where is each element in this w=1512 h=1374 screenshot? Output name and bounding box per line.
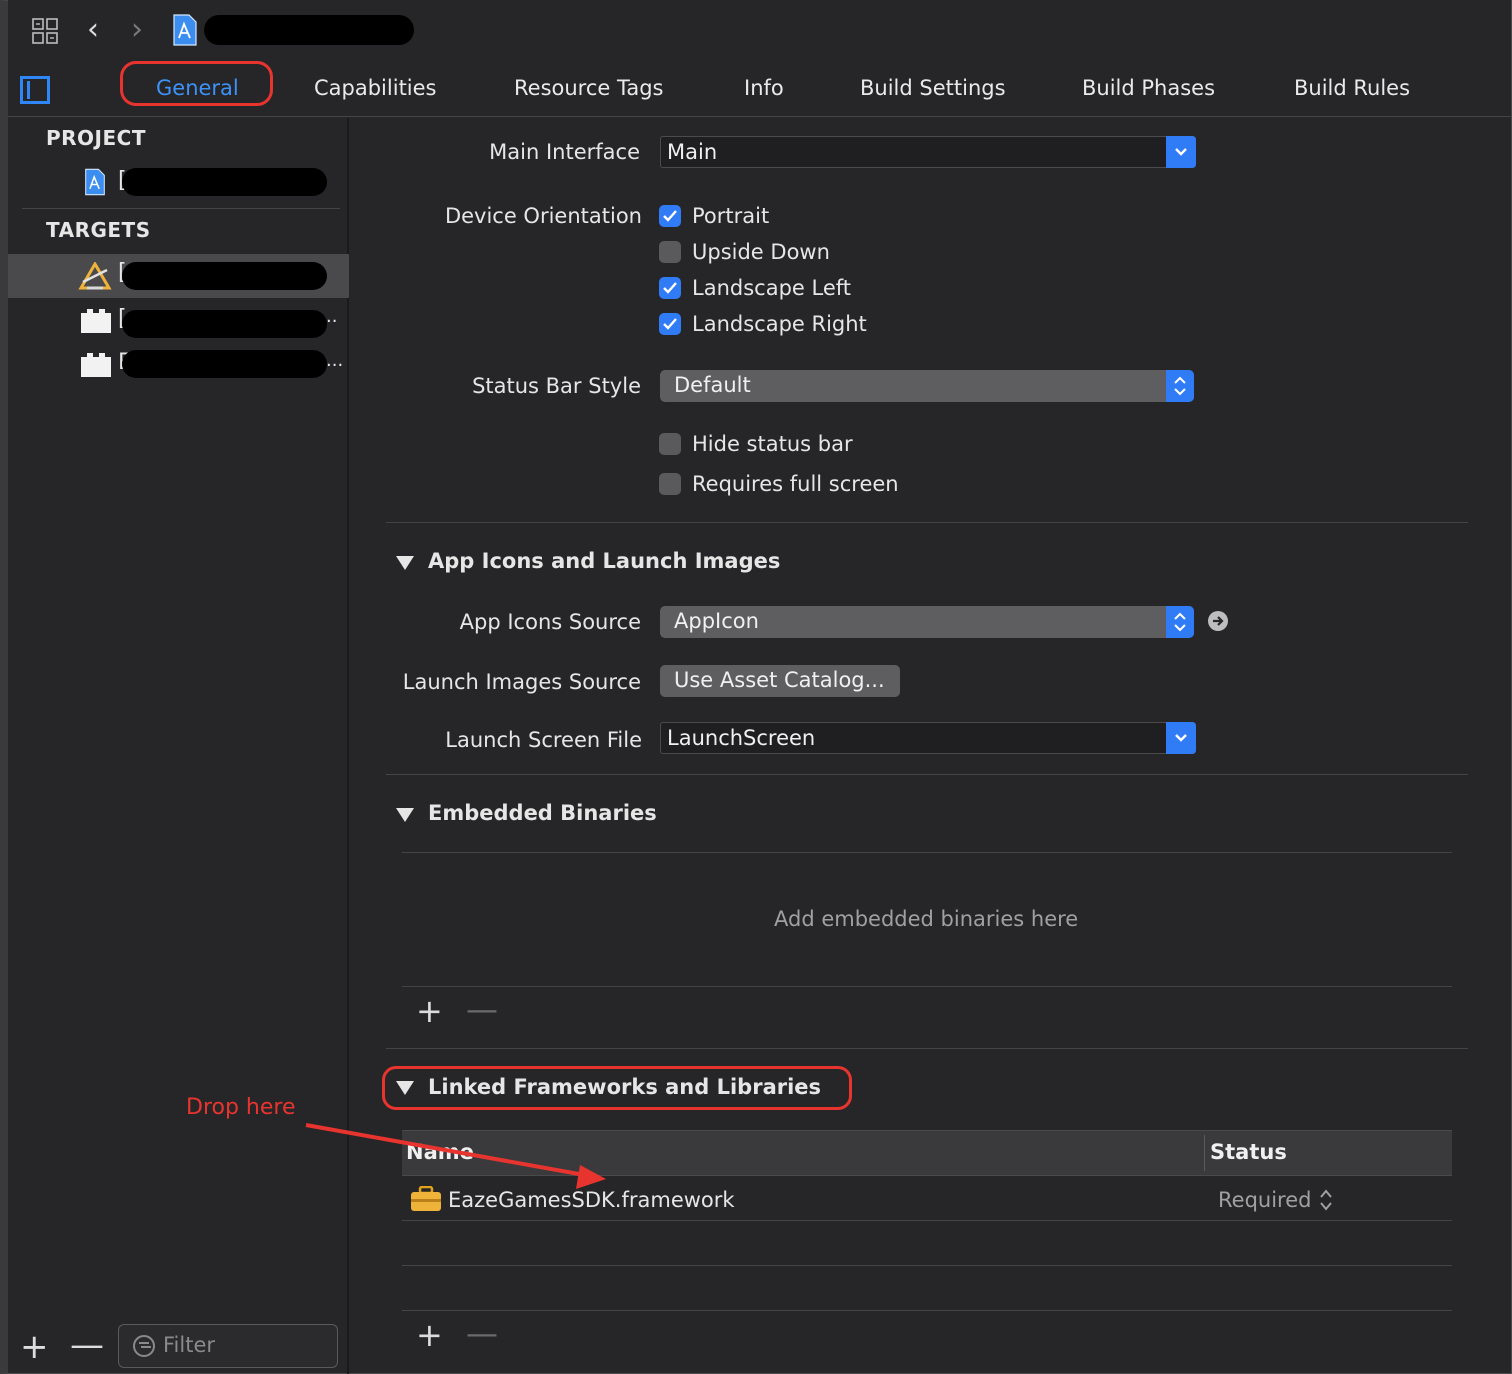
column-divider xyxy=(1204,1135,1205,1171)
back-chevron-icon[interactable]: ‹ xyxy=(78,12,108,48)
launch-screen-file-value: LaunchScreen xyxy=(667,726,816,750)
tab-capabilities[interactable]: Capabilities xyxy=(314,72,437,104)
project-file-icon[interactable] xyxy=(172,14,198,46)
main-interface-combo[interactable]: Main xyxy=(660,136,1196,168)
extension-target-icon xyxy=(81,309,111,333)
status-bar-style-value: Default xyxy=(674,373,751,397)
status-bar-style-label: Status Bar Style xyxy=(472,374,641,398)
extension-target-icon xyxy=(81,353,111,377)
use-asset-catalog-button[interactable]: Use Asset Catalog... xyxy=(660,665,900,697)
column-header-status[interactable]: Status xyxy=(1210,1140,1287,1164)
tab-resource-tags[interactable]: Resource Tags xyxy=(514,72,663,104)
target-row-extension-1[interactable]: [ .. xyxy=(8,302,349,344)
project-header: PROJECT xyxy=(46,126,146,150)
target-row-app[interactable]: [ xyxy=(8,254,349,298)
disclosure-triangle-icon[interactable] xyxy=(396,556,414,570)
add-target-button[interactable]: + xyxy=(20,1330,49,1364)
remove-framework-button[interactable]: — xyxy=(466,1317,498,1349)
redacted-target-name xyxy=(122,350,327,378)
project-row[interactable]: [ xyxy=(8,164,349,204)
go-to-arrow-icon[interactable] xyxy=(1208,611,1228,631)
main-interface-value: Main xyxy=(667,140,718,164)
chevron-down-icon[interactable] xyxy=(1166,136,1196,168)
requires-full-screen-label: Requires full screen xyxy=(692,472,899,496)
portrait-checkbox[interactable] xyxy=(659,205,681,227)
landscape-right-checkbox[interactable] xyxy=(659,313,681,335)
landscape-left-label: Landscape Left xyxy=(692,276,851,300)
add-embedded-binary-button[interactable]: + xyxy=(416,995,443,1027)
tab-build-phases[interactable]: Build Phases xyxy=(1082,72,1215,104)
framework-status[interactable]: Required xyxy=(1218,1188,1311,1212)
hide-status-bar-label: Hide status bar xyxy=(692,432,853,456)
redacted-target-name xyxy=(122,262,327,290)
navigator-divider xyxy=(22,208,340,209)
drop-here-annotation: Drop here xyxy=(186,1095,296,1120)
section-divider xyxy=(386,522,1468,523)
requires-full-screen-checkbox[interactable] xyxy=(659,473,681,495)
annotation-circle-linked-frameworks xyxy=(382,1066,852,1110)
up-down-chevron-icon[interactable] xyxy=(1166,370,1194,402)
filter-placeholder: Filter xyxy=(163,1333,216,1357)
app-icons-source-popup[interactable]: AppIcon xyxy=(660,606,1194,638)
hide-status-bar-checkbox[interactable] xyxy=(659,433,681,455)
chevron-down-icon[interactable] xyxy=(1166,722,1196,754)
upside-down-label: Upside Down xyxy=(692,240,830,264)
portrait-label: Portrait xyxy=(692,204,770,228)
up-down-chevron-icon[interactable] xyxy=(1166,606,1194,638)
tab-build-rules[interactable]: Build Rules xyxy=(1294,72,1410,104)
annotation-arrow-icon xyxy=(305,1123,606,1189)
landscape-left-checkbox[interactable] xyxy=(659,277,681,299)
remove-target-button[interactable]: — xyxy=(70,1328,104,1362)
app-target-icon xyxy=(78,262,112,290)
related-items-grid-icon[interactable] xyxy=(32,18,58,44)
table-row-divider xyxy=(402,1310,1452,1311)
add-framework-button[interactable]: + xyxy=(416,1319,443,1351)
device-orientation-label: Device Orientation xyxy=(444,204,642,228)
use-asset-catalog-label: Use Asset Catalog... xyxy=(674,668,885,692)
targets-header: TARGETS xyxy=(46,218,151,242)
status-stepper-icon[interactable] xyxy=(1319,1187,1333,1213)
table-row-divider xyxy=(402,1220,1452,1221)
target-row-extension-2[interactable]: E ... xyxy=(8,346,349,388)
project-file-icon xyxy=(85,168,105,196)
landscape-right-label: Landscape Right xyxy=(692,312,867,336)
editor-jump-bar: ‹ › xyxy=(8,0,1511,60)
project-navigator: PROJECT [ TARGETS [ [ .. E ... xyxy=(8,118,349,1374)
annotation-circle-general xyxy=(120,61,273,106)
filter-icon xyxy=(133,1335,155,1357)
redacted-project-row-name xyxy=(122,168,327,196)
target-name-ellipsis: .. xyxy=(326,306,338,327)
table-row-divider xyxy=(402,1265,1452,1266)
forward-chevron-icon[interactable]: › xyxy=(122,12,152,48)
tab-build-settings[interactable]: Build Settings xyxy=(860,72,1006,104)
embedded-binaries-table-bottom xyxy=(402,986,1452,987)
app-icons-source-value: AppIcon xyxy=(674,609,759,633)
redacted-project-name xyxy=(204,15,414,45)
upside-down-checkbox[interactable] xyxy=(659,241,681,263)
navigator-filter-field[interactable]: Filter xyxy=(118,1324,338,1368)
launch-images-source-label: Launch Images Source xyxy=(402,670,641,694)
sidebar-toggle-icon[interactable] xyxy=(20,76,50,104)
main-interface-label: Main Interface xyxy=(489,140,640,164)
remove-embedded-binary-button[interactable]: — xyxy=(466,993,498,1025)
redacted-target-name xyxy=(122,310,327,338)
embedded-binaries-table-top xyxy=(402,852,1452,853)
tab-info[interactable]: Info xyxy=(744,72,784,104)
launch-screen-file-label: Launch Screen File xyxy=(445,728,642,752)
status-bar-style-popup[interactable]: Default xyxy=(660,370,1194,402)
target-name-ellipsis: ... xyxy=(326,350,344,371)
embedded-binaries-section-title[interactable]: Embedded Binaries xyxy=(428,801,657,825)
section-divider xyxy=(386,1048,1468,1049)
app-icons-source-label: App Icons Source xyxy=(459,610,641,634)
section-divider xyxy=(386,774,1468,775)
embedded-binaries-empty-text: Add embedded binaries here xyxy=(774,907,1079,931)
launch-screen-file-combo[interactable]: LaunchScreen xyxy=(660,722,1196,754)
disclosure-triangle-icon[interactable] xyxy=(396,808,414,822)
app-icons-section-title[interactable]: App Icons and Launch Images xyxy=(428,549,780,573)
